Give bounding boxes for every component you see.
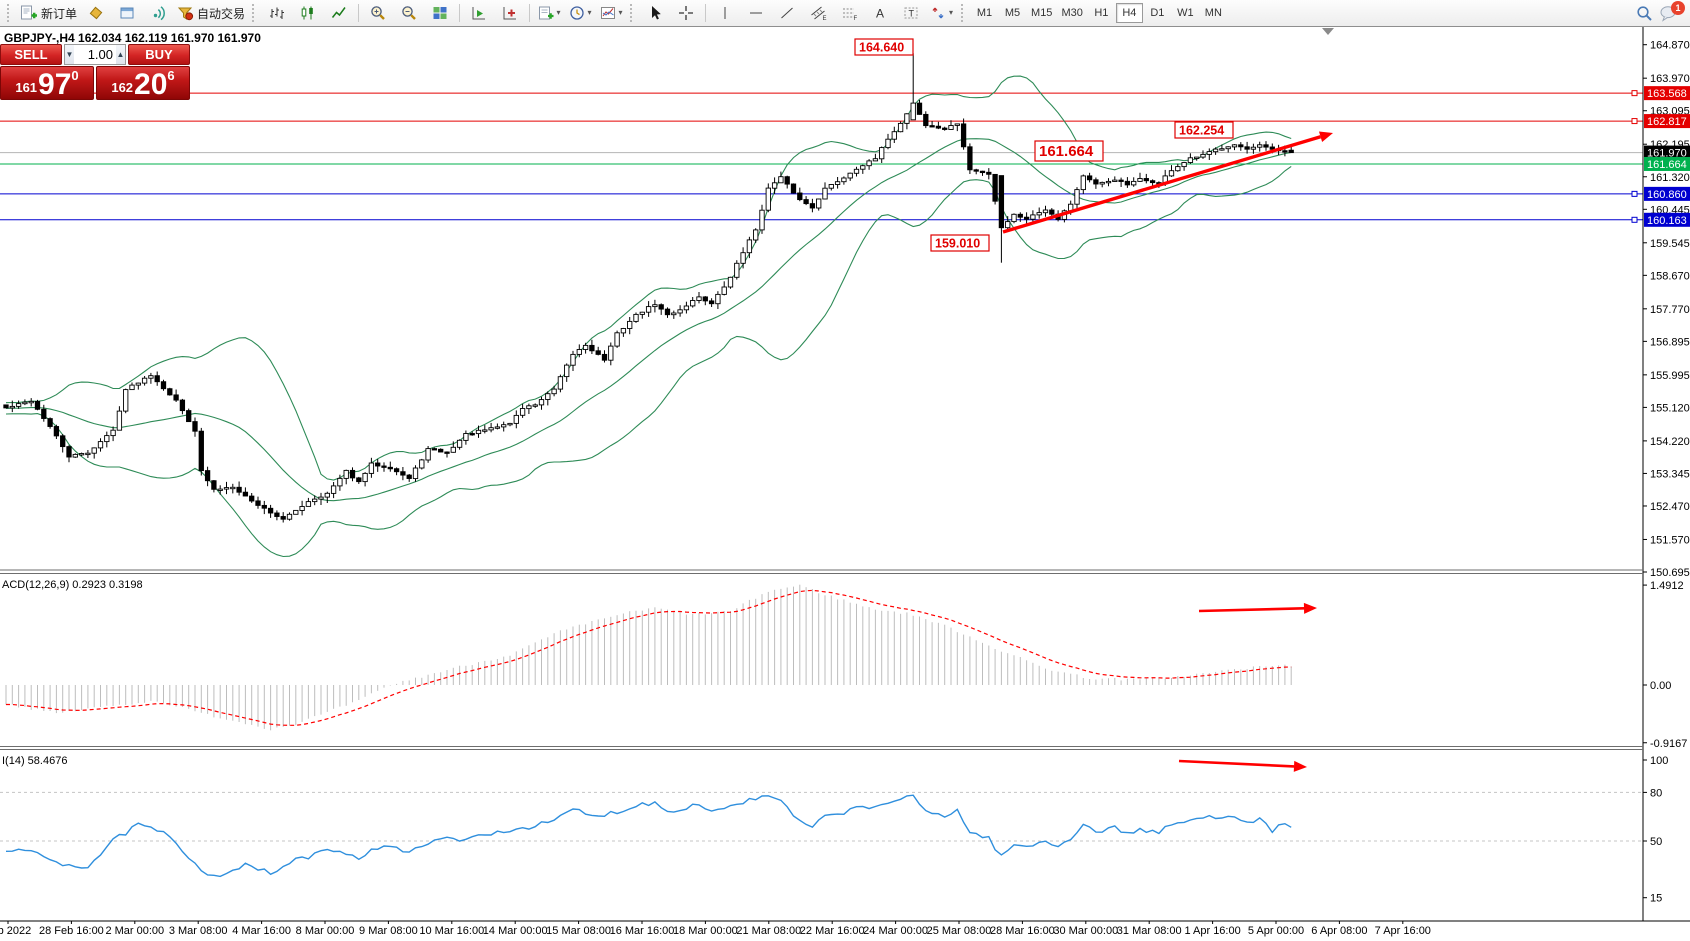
svg-text:164.870: 164.870	[1650, 40, 1690, 52]
svg-text:160.163: 160.163	[1647, 215, 1687, 227]
svg-text:163.970: 163.970	[1650, 73, 1690, 85]
price-annotation-text: 164.640	[859, 41, 904, 55]
chart-symbol-title: GBPJPY-,H4 162.034 162.119 161.970 161.9…	[4, 31, 261, 45]
trend-arrow	[1179, 761, 1294, 766]
svg-text:100: 100	[1650, 755, 1668, 767]
svg-text:156.895: 156.895	[1650, 336, 1690, 348]
sell-price-point: 0	[71, 68, 78, 83]
buy-price-whole: 162	[111, 80, 133, 95]
svg-text:15: 15	[1650, 893, 1662, 905]
rsi-indicator-label: I(14) 58.4676	[2, 755, 67, 767]
macd-indicator-label: ACD(12,26,9) 0.2923 0.3198	[2, 579, 143, 591]
date-axis-label: 15 Mar 08:00	[546, 925, 611, 937]
svg-text:1.4912: 1.4912	[1650, 580, 1684, 592]
date-axis-label: 30 Mar 00:00	[1053, 925, 1118, 937]
buy-price-pips: 20	[134, 71, 167, 98]
date-axis-label: 6 Apr 08:00	[1311, 925, 1367, 937]
horizontal-level-lines[interactable]	[0, 91, 1643, 223]
date-axis-label: 3 Mar 08:00	[169, 925, 228, 937]
date-axis-label: 28 Mar 16:00	[990, 925, 1055, 937]
sell-price-display[interactable]: 161 97 0	[0, 66, 94, 100]
price-annotation-text: 162.254	[1179, 124, 1224, 138]
svg-text:159.545: 159.545	[1650, 238, 1690, 250]
rsi-line	[6, 795, 1291, 876]
macd-panel	[6, 585, 1291, 731]
trend-arrows	[1003, 131, 1333, 771]
volume-increase-button[interactable]: ▲	[116, 45, 125, 64]
svg-text:154.220: 154.220	[1650, 436, 1690, 448]
date-axis-label: 2 Mar 00:00	[105, 925, 164, 937]
date-axis-label: 5 Apr 00:00	[1248, 925, 1304, 937]
date-axis-label: Feb 2022	[0, 925, 31, 937]
svg-text:153.345: 153.345	[1650, 468, 1690, 480]
trend-arrow-head	[1319, 131, 1333, 142]
date-axis-label: 14 Mar 00:00	[483, 925, 548, 937]
svg-text:160.860: 160.860	[1647, 189, 1687, 201]
trend-arrow-head	[1294, 761, 1307, 772]
date-axis-label: 21 Mar 08:00	[736, 925, 801, 937]
svg-text:158.670: 158.670	[1650, 270, 1690, 282]
date-axis-label: 7 Apr 16:00	[1375, 925, 1431, 937]
date-axis-label: 1 Apr 16:00	[1184, 925, 1240, 937]
svg-text:155.120: 155.120	[1650, 402, 1690, 414]
svg-text:150.695: 150.695	[1650, 567, 1690, 579]
bollinger-lower	[6, 166, 1291, 556]
date-axis-label: 24 Mar 00:00	[863, 925, 928, 937]
price-annotation-text: 161.664	[1039, 143, 1094, 160]
date-axis-label: 16 Mar 16:00	[610, 925, 675, 937]
svg-text:152.470: 152.470	[1650, 501, 1690, 513]
chart-shift-marker	[1322, 28, 1334, 35]
one-click-trade-panel: SELL ▼ ▲ BUY 161 97 0 162 20 6	[0, 44, 190, 100]
buy-button[interactable]: BUY	[128, 44, 190, 65]
svg-text:161.664: 161.664	[1647, 159, 1687, 171]
mt4-window: 新订单 自动交易 ▾ ▾ ▾	[0, 0, 1690, 941]
svg-text:80: 80	[1650, 787, 1662, 799]
buy-price-display[interactable]: 162 20 6	[96, 66, 190, 100]
date-axis-label: 4 Mar 16:00	[232, 925, 291, 937]
svg-text:50: 50	[1650, 836, 1662, 848]
date-axis-label: 31 Mar 08:00	[1117, 925, 1182, 937]
svg-text:157.770: 157.770	[1650, 304, 1690, 316]
date-axis-label: 28 Feb 16:00	[39, 925, 104, 937]
bollinger-upper	[6, 76, 1291, 480]
trend-arrow	[1199, 608, 1304, 611]
date-axis-label: 25 Mar 08:00	[927, 925, 992, 937]
buy-price-point: 6	[167, 68, 174, 83]
sell-price-pips: 97	[38, 71, 71, 98]
rsi-panel	[0, 792, 1643, 876]
volume-field-group: ▼ ▲	[64, 44, 126, 65]
date-axis-label: 22 Mar 16:00	[800, 925, 865, 937]
svg-text:151.570: 151.570	[1650, 534, 1690, 546]
svg-text:163.568: 163.568	[1647, 88, 1687, 100]
trend-arrow-head	[1304, 603, 1317, 614]
sell-price-whole: 161	[15, 80, 37, 95]
svg-text:162.817: 162.817	[1647, 116, 1687, 128]
svg-text:0.00: 0.00	[1650, 680, 1671, 692]
date-axis-label: 8 Mar 00:00	[296, 925, 355, 937]
svg-text:155.995: 155.995	[1650, 370, 1690, 382]
chart-area[interactable]: 164.870163.970163.095162.195161.320160.4…	[0, 0, 1690, 941]
volume-input[interactable]	[74, 45, 116, 64]
date-axis-label: 18 Mar 00:00	[673, 925, 738, 937]
date-axis-label: 10 Mar 16:00	[419, 925, 484, 937]
volume-decrease-button[interactable]: ▼	[65, 45, 74, 64]
price-annotation-text: 159.010	[935, 237, 980, 251]
svg-text:-0.9167: -0.9167	[1650, 738, 1687, 750]
sell-button[interactable]: SELL	[0, 44, 62, 65]
candlestick-series	[4, 53, 1294, 522]
svg-text:161.320: 161.320	[1650, 172, 1690, 184]
date-axis-label: 9 Mar 08:00	[359, 925, 418, 937]
